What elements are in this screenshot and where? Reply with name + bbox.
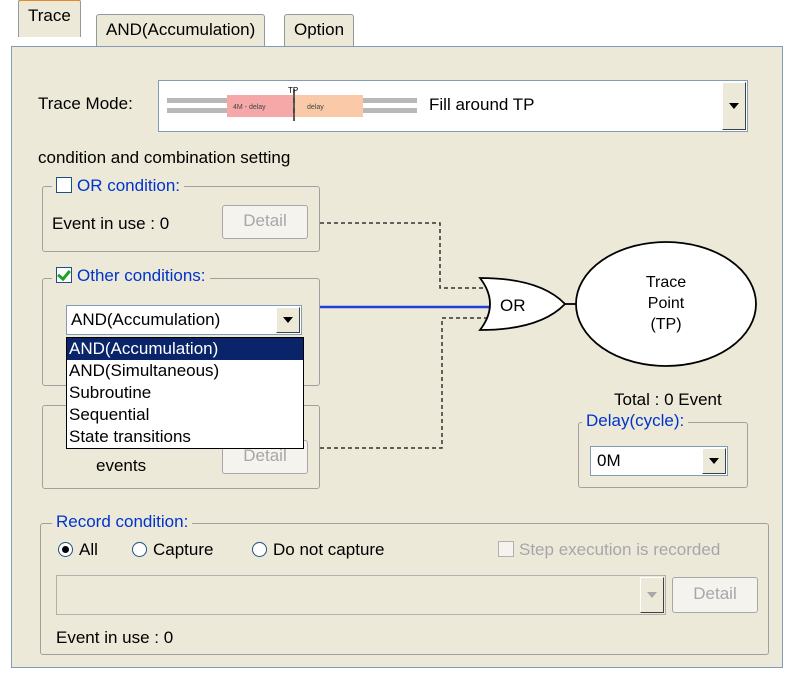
trace-mode-label: Trace Mode: [38, 94, 133, 113]
tab-label: AND(Accumulation) [106, 20, 256, 39]
dropdown-item[interactable]: AND(Simultaneous) [67, 360, 303, 382]
or-event-in-use: Event in use : 0 [52, 214, 170, 233]
record-condition-select[interactable] [56, 575, 666, 615]
chevron-down-icon[interactable] [722, 82, 746, 130]
tab-and-accumulation[interactable]: AND(Accumulation) [96, 14, 266, 46]
tab-label: Trace [28, 6, 71, 25]
tab-label: Option [294, 20, 345, 39]
other-conditions-header: Other conditions: [52, 266, 210, 286]
chevron-down-icon[interactable] [276, 307, 300, 333]
delay-value: 0M [597, 451, 621, 470]
record-detail-button[interactable]: Detail [672, 577, 758, 613]
tp-marker: TP [288, 86, 298, 95]
trace-mode-diagram-icon: TP 4M - delay delay [167, 86, 417, 121]
diagram-left-label: 4M - delay [233, 104, 266, 111]
other-conditions-value: AND(Accumulation) [71, 310, 221, 329]
chevron-down-icon[interactable] [640, 577, 664, 613]
tab-trace[interactable]: Trace [18, 0, 81, 37]
or-condition-header: OR condition: [52, 176, 184, 196]
other-conditions-checkbox[interactable] [56, 267, 72, 283]
trace-mode-select[interactable]: TP 4M - delay delay Fill around TP [158, 80, 748, 132]
delay-select[interactable]: 0M [590, 446, 728, 476]
record-event-in-use: Event in use : 0 [56, 628, 174, 647]
seq-wire [320, 317, 488, 449]
other-conditions-title: Other conditions: [77, 266, 206, 285]
trace-mode-value: Fill around TP [429, 95, 535, 114]
dropdown-item[interactable]: Subroutine [67, 382, 303, 404]
or-wire [320, 222, 488, 289]
radio-all[interactable] [58, 542, 73, 557]
other-conditions-dropdown: AND(Accumulation) AND(Simultaneous) Subr… [66, 337, 304, 449]
dropdown-item[interactable]: Sequential [67, 404, 303, 426]
or-condition-checkbox[interactable] [56, 177, 72, 193]
tab-option[interactable]: Option [284, 14, 355, 46]
step-execution-checkbox[interactable] [498, 541, 514, 557]
dropdown-item[interactable]: State transitions [67, 426, 303, 448]
record-all-option[interactable]: All [58, 540, 98, 560]
radio-capture-label: Capture [153, 540, 214, 559]
trace-point-line1: Trace [646, 274, 686, 291]
sequence-events-label: events [96, 456, 147, 475]
radio-all-label: All [79, 540, 98, 559]
total-events: Total : 0 Event [614, 390, 722, 409]
or-gate-label: OR [500, 296, 526, 315]
or-condition-title: OR condition: [77, 176, 180, 195]
radio-do-not-capture[interactable] [252, 542, 267, 557]
record-condition-title: Record condition: [52, 512, 193, 532]
trace-point-line3: (TP) [650, 316, 681, 333]
chevron-down-icon[interactable] [702, 448, 726, 474]
radio-do-not-capture-label: Do not capture [273, 540, 385, 559]
or-detail-button[interactable]: Detail [222, 205, 308, 239]
section-title: condition and combination setting [38, 148, 291, 167]
other-conditions-select[interactable]: AND(Accumulation) [66, 305, 302, 335]
delay-title: Delay(cycle): [582, 411, 689, 431]
diagram-right-label: delay [307, 104, 324, 111]
step-execution-option[interactable]: Step execution is recorded [498, 540, 720, 560]
step-execution-label: Step execution is recorded [519, 540, 721, 559]
record-capture-option[interactable]: Capture [132, 540, 213, 560]
radio-capture[interactable] [132, 542, 147, 557]
record-do-not-capture-option[interactable]: Do not capture [252, 540, 385, 560]
trace-point-line2: Point [648, 295, 685, 312]
dropdown-item[interactable]: AND(Accumulation) [67, 338, 303, 360]
